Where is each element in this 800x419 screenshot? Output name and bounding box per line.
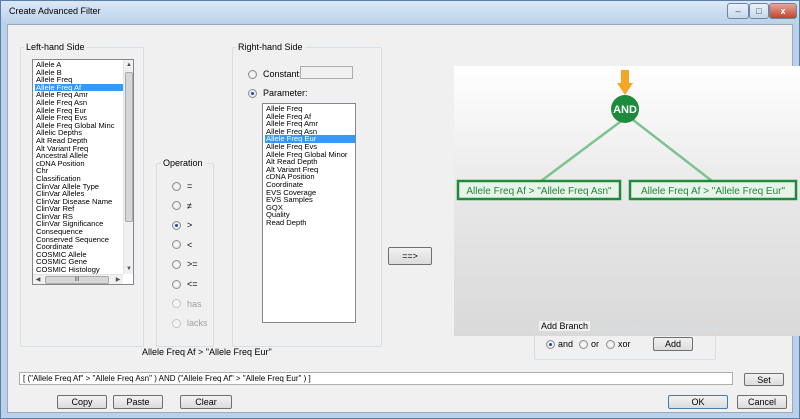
operation-option[interactable]: >= <box>172 259 198 269</box>
operation-option-label: has <box>187 298 202 309</box>
left-list-hscrollbar[interactable]: ◀ III ▶ <box>33 274 123 284</box>
parameter-radio-label: Parameter: <box>263 88 308 98</box>
operation-option[interactable]: has <box>172 299 202 309</box>
root-node-label: AND <box>613 104 637 116</box>
leaf-node-left-label: Allele Freq Af > "Allele Freq Asn" <box>466 186 612 197</box>
title-bar[interactable]: Create Advanced Filter – □ x <box>1 1 799 23</box>
ok-button[interactable]: OK <box>668 395 728 409</box>
operation-option-label: > <box>187 220 193 231</box>
operation-option[interactable]: = <box>172 181 192 191</box>
window-title: Create Advanced Filter <box>9 6 101 16</box>
clear-button[interactable]: Clear <box>180 395 232 409</box>
branch-option-label: or <box>591 339 600 349</box>
copy-button[interactable]: Copy <box>57 395 107 409</box>
paste-button[interactable]: Paste <box>113 395 163 409</box>
set-button[interactable]: Set <box>744 373 784 386</box>
close-button[interactable]: x <box>769 3 797 19</box>
radio-icon[interactable] <box>172 220 181 230</box>
dialog-window: Create Advanced Filter – □ x Left-hand S… <box>0 0 800 419</box>
operation-option-label: ≠ <box>187 200 192 211</box>
operation-label: Operation <box>161 158 205 168</box>
radio-icon[interactable] <box>172 240 181 250</box>
operation-option-label: lacks <box>187 318 208 329</box>
filter-expression-text: [ ("Allele Freq Af" > "Allele Freq Asn" … <box>23 374 311 383</box>
radio-icon[interactable] <box>172 318 181 328</box>
operation-option[interactable]: ≠ <box>172 201 192 211</box>
operation-option-label: < <box>187 239 193 250</box>
add-branch-button[interactable]: Add <box>653 337 693 351</box>
radio-icon[interactable] <box>248 88 257 98</box>
constant-radio-label: Constant: <box>263 69 302 79</box>
add-branch-label: Add Branch <box>539 321 591 331</box>
left-list-item[interactable]: cDNA Position <box>35 160 133 168</box>
operation-option[interactable]: lacks <box>172 318 208 328</box>
constant-input[interactable] <box>300 66 353 79</box>
operation-option[interactable]: < <box>172 240 192 250</box>
operation-option[interactable]: > <box>172 220 192 230</box>
leaf-node-right-label: Allele Freq Af > "Allele Freq Eur" <box>641 186 786 197</box>
operation-option-label: <= <box>187 279 198 289</box>
parameter-radio[interactable]: Parameter: <box>248 88 308 98</box>
branch-option-label: xor <box>618 339 631 349</box>
radio-icon[interactable] <box>172 201 181 211</box>
left-list-vscrollbar[interactable]: ▲ ▼ <box>123 60 133 274</box>
radio-icon[interactable] <box>546 339 555 349</box>
branch-option-label: and <box>558 339 574 349</box>
radio-icon[interactable] <box>579 339 588 349</box>
radio-icon[interactable] <box>172 181 181 191</box>
radio-icon[interactable] <box>606 339 615 349</box>
scroll-thumb-horizontal[interactable]: III <box>45 276 109 284</box>
operation-option[interactable]: <= <box>172 279 198 289</box>
maximize-button[interactable]: □ <box>749 3 769 19</box>
parameter-list[interactable]: Allele Freq Allele Freq Af Allele Freq Amr… <box>262 103 356 323</box>
condition-preview: Allele Freq Af > "Allele Freq Eur" <box>142 347 272 357</box>
left-list-item[interactable]: COSMIC Histology <box>35 266 133 274</box>
operation-option-label: = <box>187 181 193 191</box>
radio-icon[interactable] <box>172 279 181 289</box>
insert-pointer-icon <box>621 70 629 84</box>
apply-arrow-button[interactable]: ==> <box>388 247 432 265</box>
branch-option-and[interactable]: and <box>546 339 573 349</box>
scroll-left-icon[interactable]: ◀ <box>33 275 43 284</box>
scroll-up-icon[interactable]: ▲ <box>124 60 133 70</box>
branch-option-or[interactable]: or <box>579 339 599 349</box>
scroll-right-icon[interactable]: ▶ <box>113 275 123 284</box>
constant-radio[interactable]: Constant: <box>248 69 302 79</box>
dialog-body: Left-hand Side Allele A Allele B Allele Fr… <box>7 24 800 413</box>
radio-icon[interactable] <box>248 69 257 79</box>
filter-tree-diagram: AND Allele Freq Af > "Allele Freq Asn" A… <box>454 66 800 336</box>
branch-option-xor[interactable]: xor <box>606 339 631 349</box>
scroll-down-icon[interactable]: ▼ <box>124 264 133 274</box>
radio-icon[interactable] <box>172 259 181 269</box>
radio-icon[interactable] <box>172 299 181 309</box>
right-hand-side-label: Right-hand Side <box>236 42 305 52</box>
scroll-thumb[interactable] <box>125 72 133 222</box>
left-hand-side-list[interactable]: Allele A Allele B Allele Freq Allele Freq A… <box>32 59 134 285</box>
left-hand-side-label: Left-hand Side <box>24 42 87 52</box>
filter-tree-canvas[interactable]: AND Allele Freq Af > "Allele Freq Asn" A… <box>454 66 800 336</box>
operation-option-label: >= <box>187 259 198 270</box>
filter-expression-field[interactable]: [ ("Allele Freq Af" > "Allele Freq Asn" … <box>19 372 733 385</box>
cancel-button[interactable]: Cancel <box>737 395 787 409</box>
parameter-list-item[interactable]: Read Depth <box>265 219 355 227</box>
minimize-button[interactable]: – <box>727 3 749 19</box>
